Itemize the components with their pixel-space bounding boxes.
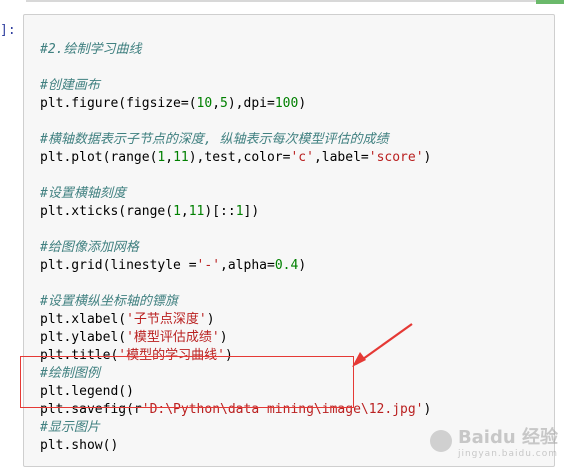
code-line: plt.grid(linestyle ='-',alpha=0.4) xyxy=(40,258,307,273)
cell-status-indicator xyxy=(536,0,564,4)
notebook-page: ]: #2.绘制学习曲线 #创建画布 plt.figure(figsize=(10,… xyxy=(0,0,564,469)
code-comment-line: #2.绘制学习曲线 xyxy=(40,42,142,57)
code-line: plt.show() xyxy=(40,438,119,453)
annotation-arrow xyxy=(352,323,413,367)
code-comment-line: #设置横轴刻度 xyxy=(40,186,126,201)
baidu-watermark: Baidu 经验 jingyan.baidu.com xyxy=(429,423,558,459)
code-comment-line: #显示图片 xyxy=(40,420,100,435)
watermark-url: jingyan.baidu.com xyxy=(457,449,558,459)
code-comment-line: #创建画布 xyxy=(40,78,100,93)
highlight-annotation-box xyxy=(20,356,354,408)
baidu-paw-icon xyxy=(429,430,452,452)
code-comment-line: #给图像添加网格 xyxy=(40,240,139,255)
watermark-brand: Baidu 经验 xyxy=(457,427,558,448)
code-comment-line: #设置横纵坐标轴的镖旗 xyxy=(40,294,178,309)
cell-prompt: ]: xyxy=(0,23,16,38)
top-divider xyxy=(26,0,558,2)
code-comment-line: #横轴数据表示子节点的深度, 纵轴表示每次模型评估的成绩 xyxy=(40,132,389,147)
code-line: plt.xticks(range(1,11)[::1]) xyxy=(40,204,260,219)
code-line: plt.plot(range(1,11),test,color='c',labe… xyxy=(40,150,432,165)
code-line: plt.figure(figsize=(10,5),dpi=100) xyxy=(40,96,307,111)
